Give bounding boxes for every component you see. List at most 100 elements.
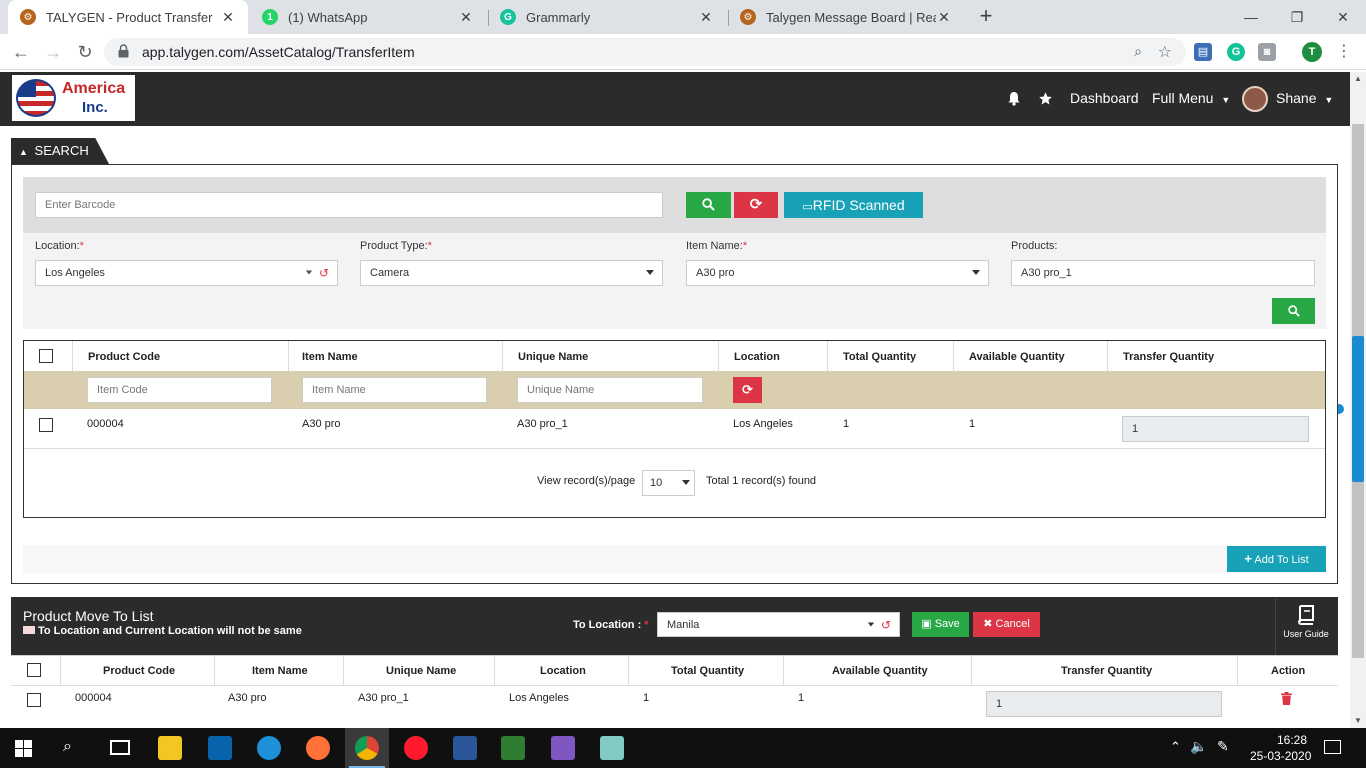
whatsapp-favicon-icon: 1: [262, 9, 278, 25]
column-header-transfer-quantity[interactable]: Transfer Quantity: [1061, 665, 1152, 677]
item-code-filter-input[interactable]: Item Code: [87, 377, 272, 403]
windows-start-icon[interactable]: [15, 740, 32, 757]
browser-tab-grammarly[interactable]: G Grammarly ✕: [488, 0, 726, 34]
close-tab-icon[interactable]: ✕: [698, 9, 714, 26]
notification-center-icon[interactable]: [1324, 740, 1341, 754]
products-field[interactable]: A30 pro_1: [1011, 260, 1315, 286]
location-select[interactable]: Los Angeles ↺: [35, 260, 338, 286]
address-bar[interactable]: app.talygen.com/AssetCatalog/TransferIte…: [104, 38, 1186, 66]
dashboard-link[interactable]: Dashboard: [1070, 90, 1139, 106]
reload-icon[interactable]: ↻: [74, 41, 96, 63]
page-scrollbar[interactable]: ▲ ▼: [1350, 72, 1366, 728]
column-header-product-code[interactable]: Product Code: [103, 665, 175, 677]
scroll-up-icon[interactable]: ▲: [1350, 72, 1366, 86]
window-close-icon[interactable]: ✕: [1320, 0, 1366, 34]
firefox-icon[interactable]: [306, 736, 330, 760]
back-arrow-icon[interactable]: ←: [10, 41, 32, 63]
user-menu[interactable]: Shane ▼: [1276, 90, 1333, 106]
forward-arrow-icon[interactable]: →: [42, 41, 64, 63]
filter-search-button[interactable]: [1272, 298, 1315, 324]
column-header-location[interactable]: Location: [734, 351, 780, 363]
pen-icon[interactable]: ✎: [1217, 738, 1229, 755]
column-header-total-quantity[interactable]: Total Quantity: [671, 665, 744, 677]
barcode-reset-button[interactable]: ⟳: [734, 192, 778, 218]
user-avatar[interactable]: [1242, 86, 1268, 112]
to-location-select[interactable]: Manila ↺: [657, 612, 900, 637]
book-icon: [1298, 605, 1314, 625]
rfid-scanned-button[interactable]: ▭RFID Scanned: [784, 192, 923, 218]
favorites-star-icon[interactable]: [1038, 91, 1053, 106]
caret-down-icon: [972, 270, 980, 275]
barcode-input[interactable]: Enter Barcode: [35, 192, 663, 218]
user-guide-button[interactable]: User Guide: [1282, 603, 1330, 647]
column-header-unique-name[interactable]: Unique Name: [518, 351, 588, 363]
camera-extension-icon[interactable]: ◙: [1258, 43, 1276, 61]
trash-icon[interactable]: [1281, 692, 1292, 705]
app-icon[interactable]: [551, 736, 575, 760]
column-header-item-name[interactable]: Item Name: [252, 665, 308, 677]
restore-icon[interactable]: ❐: [1274, 0, 1320, 34]
internet-explorer-icon[interactable]: [257, 736, 281, 760]
product-type-select[interactable]: Camera: [360, 260, 663, 286]
clock-date[interactable]: 25-03-2020: [1250, 749, 1311, 763]
app-icon[interactable]: [600, 736, 624, 760]
flag-globe-icon: [16, 79, 56, 117]
close-tab-icon[interactable]: ✕: [936, 9, 952, 26]
company-logo[interactable]: America Inc.: [12, 75, 135, 121]
row-checkbox[interactable]: [39, 418, 53, 432]
item-name-filter-input[interactable]: Item Name: [302, 377, 487, 403]
task-view-icon[interactable]: [110, 740, 130, 755]
outlook-icon[interactable]: [208, 736, 232, 760]
search-section-tab[interactable]: ▲ SEARCH: [11, 138, 109, 164]
unique-name-filter-input[interactable]: Unique Name: [517, 377, 703, 403]
reset-location-icon[interactable]: ↺: [319, 261, 329, 285]
reset-location-icon[interactable]: ↺: [881, 613, 891, 637]
network-app-icon[interactable]: [501, 736, 525, 760]
column-header-total-quantity[interactable]: Total Quantity: [843, 351, 916, 363]
browser-tab-message-board[interactable]: ⚙ Talygen Message Board | Real Tin ✕: [728, 0, 964, 34]
cancel-button[interactable]: ✖ Cancel: [973, 612, 1040, 637]
extension-icon[interactable]: ▤: [1194, 43, 1212, 61]
clock-time[interactable]: 16:28: [1277, 733, 1307, 747]
chrome-taskbar-button[interactable]: [345, 728, 389, 768]
row-checkbox[interactable]: [27, 693, 41, 707]
show-hidden-icons-icon[interactable]: ⌃: [1170, 739, 1181, 755]
browser-menu-icon[interactable]: ⋮: [1336, 42, 1352, 62]
new-tab-icon[interactable]: +: [974, 5, 998, 29]
profile-avatar[interactable]: T: [1302, 42, 1322, 62]
browser-tab-whatsapp[interactable]: 1 (1) WhatsApp ✕: [250, 0, 486, 34]
grammarly-extension-icon[interactable]: G: [1227, 43, 1245, 61]
save-button[interactable]: ▣ Save: [912, 612, 969, 637]
column-header-available-quantity[interactable]: Available Quantity: [832, 665, 928, 677]
file-explorer-icon[interactable]: [158, 736, 182, 760]
notification-bell-icon[interactable]: [1007, 91, 1021, 106]
zoom-icon[interactable]: ⌕: [1134, 43, 1142, 60]
column-header-item-name[interactable]: Item Name: [302, 351, 358, 363]
volume-icon[interactable]: 🔈: [1190, 738, 1207, 755]
search-icon[interactable]: ⌕: [63, 738, 72, 756]
clear-filters-button[interactable]: ⟳: [733, 377, 762, 403]
column-header-location[interactable]: Location: [540, 665, 586, 677]
opera-icon[interactable]: [404, 736, 428, 760]
close-tab-icon[interactable]: ✕: [220, 9, 236, 26]
barcode-search-button[interactable]: [686, 192, 731, 218]
column-header-product-code[interactable]: Product Code: [88, 351, 160, 363]
item-name-select[interactable]: A30 pro: [686, 260, 989, 286]
column-header-available-quantity[interactable]: Available Quantity: [969, 351, 1065, 363]
transfer-quantity-input[interactable]: 1: [986, 691, 1222, 717]
close-tab-icon[interactable]: ✕: [458, 9, 474, 26]
word-icon[interactable]: [453, 736, 477, 760]
browser-tab-talygen[interactable]: ⚙ TALYGEN - Product Transfer ✕: [8, 0, 248, 34]
scroll-helper-bar[interactable]: [1352, 336, 1364, 482]
select-all-checkbox[interactable]: [39, 349, 53, 363]
full-menu-dropdown[interactable]: Full Menu ▼: [1152, 90, 1230, 106]
select-all-checkbox[interactable]: [27, 663, 41, 677]
minimize-icon[interactable]: —: [1228, 0, 1274, 34]
add-to-list-button[interactable]: + Add To List: [1227, 546, 1326, 572]
column-header-unique-name[interactable]: Unique Name: [386, 665, 456, 677]
column-header-transfer-quantity[interactable]: Transfer Quantity: [1123, 351, 1214, 363]
scroll-down-icon[interactable]: ▼: [1350, 714, 1366, 728]
transfer-quantity-input[interactable]: 1: [1122, 416, 1309, 442]
bookmark-star-icon[interactable]: ☆: [1158, 42, 1172, 62]
per-page-select[interactable]: 10: [642, 470, 695, 496]
